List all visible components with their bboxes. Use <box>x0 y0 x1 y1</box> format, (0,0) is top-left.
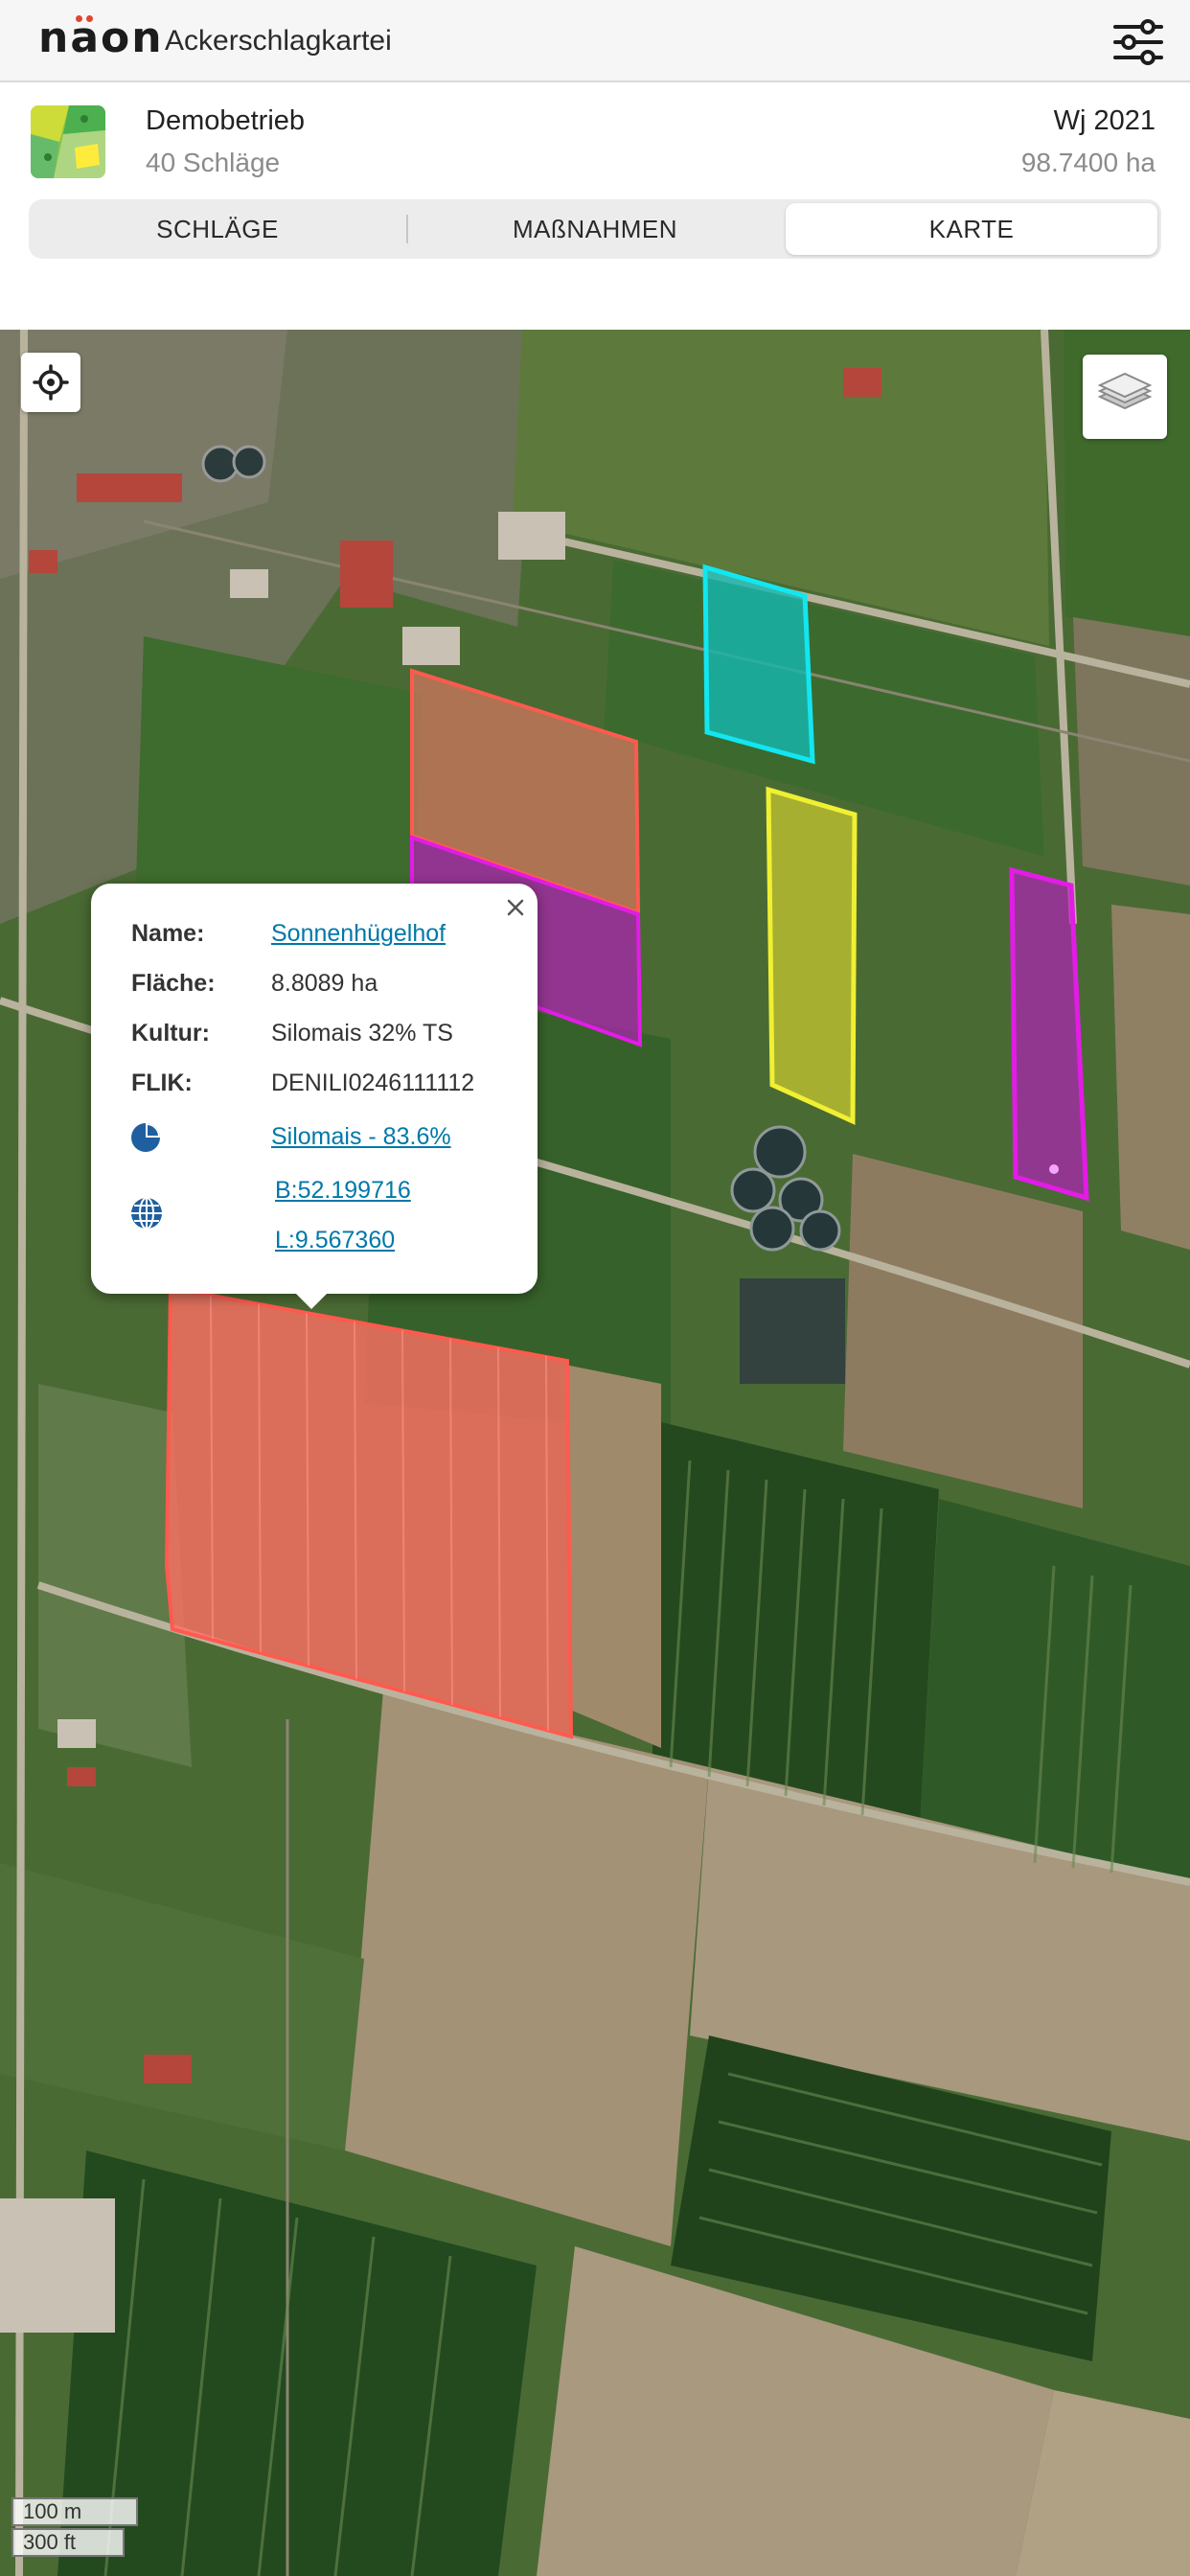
farm-name: Demobetrieb <box>146 105 306 136</box>
map-view[interactable]: Name: Sonnenhügelhof Fläche: 8.8089 ha K… <box>0 330 1190 2576</box>
tab-massnahmen[interactable]: MAßNAHMEN <box>406 199 784 259</box>
latitude-link[interactable]: B:52.199716 <box>275 1177 411 1205</box>
layers-icon <box>1097 372 1153 410</box>
area-value: 8.8089 ha <box>271 970 378 997</box>
field-polygon-yellow <box>766 786 858 1125</box>
crop-value: Silomais 32% TS <box>271 1020 453 1046</box>
field-count: 40 Schläge <box>146 148 281 177</box>
top-bar: nаon Ackerschlagkartei <box>0 0 1190 82</box>
farm-icon <box>31 105 105 178</box>
crop-label: Kultur: <box>131 1020 210 1046</box>
flik-label: FLIK: <box>131 1070 193 1096</box>
logo-text: nаon <box>38 13 164 62</box>
logo-accent <box>76 15 95 23</box>
locate-icon <box>33 364 69 401</box>
tab-karte[interactable]: KARTE <box>786 203 1157 255</box>
field-name-link[interactable]: Sonnenhügelhof <box>271 920 446 948</box>
layers-button[interactable] <box>1083 355 1167 439</box>
total-area: 98.7400 ha <box>1020 148 1156 177</box>
pie-chart-icon <box>129 1121 162 1159</box>
flik-value: DENILI0246111112 <box>271 1070 475 1096</box>
locate-button[interactable] <box>21 353 80 412</box>
tab-schlaege[interactable]: SCHLÄGE <box>29 199 406 259</box>
app-logo: nаon <box>38 13 164 62</box>
segmented-tabs: SCHLÄGE MAßNAHMEN KARTE <box>29 199 1161 259</box>
field-polygon-cyan <box>702 564 815 765</box>
fiscal-year: Wj 2021 <box>1053 105 1156 136</box>
globe-icon <box>129 1196 164 1235</box>
name-label: Name: <box>131 920 205 947</box>
crop-share-link[interactable]: Silomais - 83.6% <box>271 1123 451 1151</box>
field-info-popup: Name: Sonnenhügelhof Fläche: 8.8089 ha K… <box>91 884 538 1309</box>
satellite-imagery <box>0 330 1190 2576</box>
scale-imperial: 300 ft <box>11 2528 125 2557</box>
area-label: Fläche: <box>131 970 216 997</box>
popup-pointer <box>294 1292 329 1309</box>
close-icon <box>507 899 524 916</box>
filter-sliders-icon <box>1113 19 1163 65</box>
filter-button[interactable] <box>1111 19 1165 65</box>
longitude-link[interactable]: L:9.567360 <box>275 1227 395 1254</box>
popup-close-button[interactable] <box>501 893 530 922</box>
scale-metric: 100 m <box>11 2497 138 2526</box>
app-title: Ackerschlagkartei <box>165 25 392 57</box>
